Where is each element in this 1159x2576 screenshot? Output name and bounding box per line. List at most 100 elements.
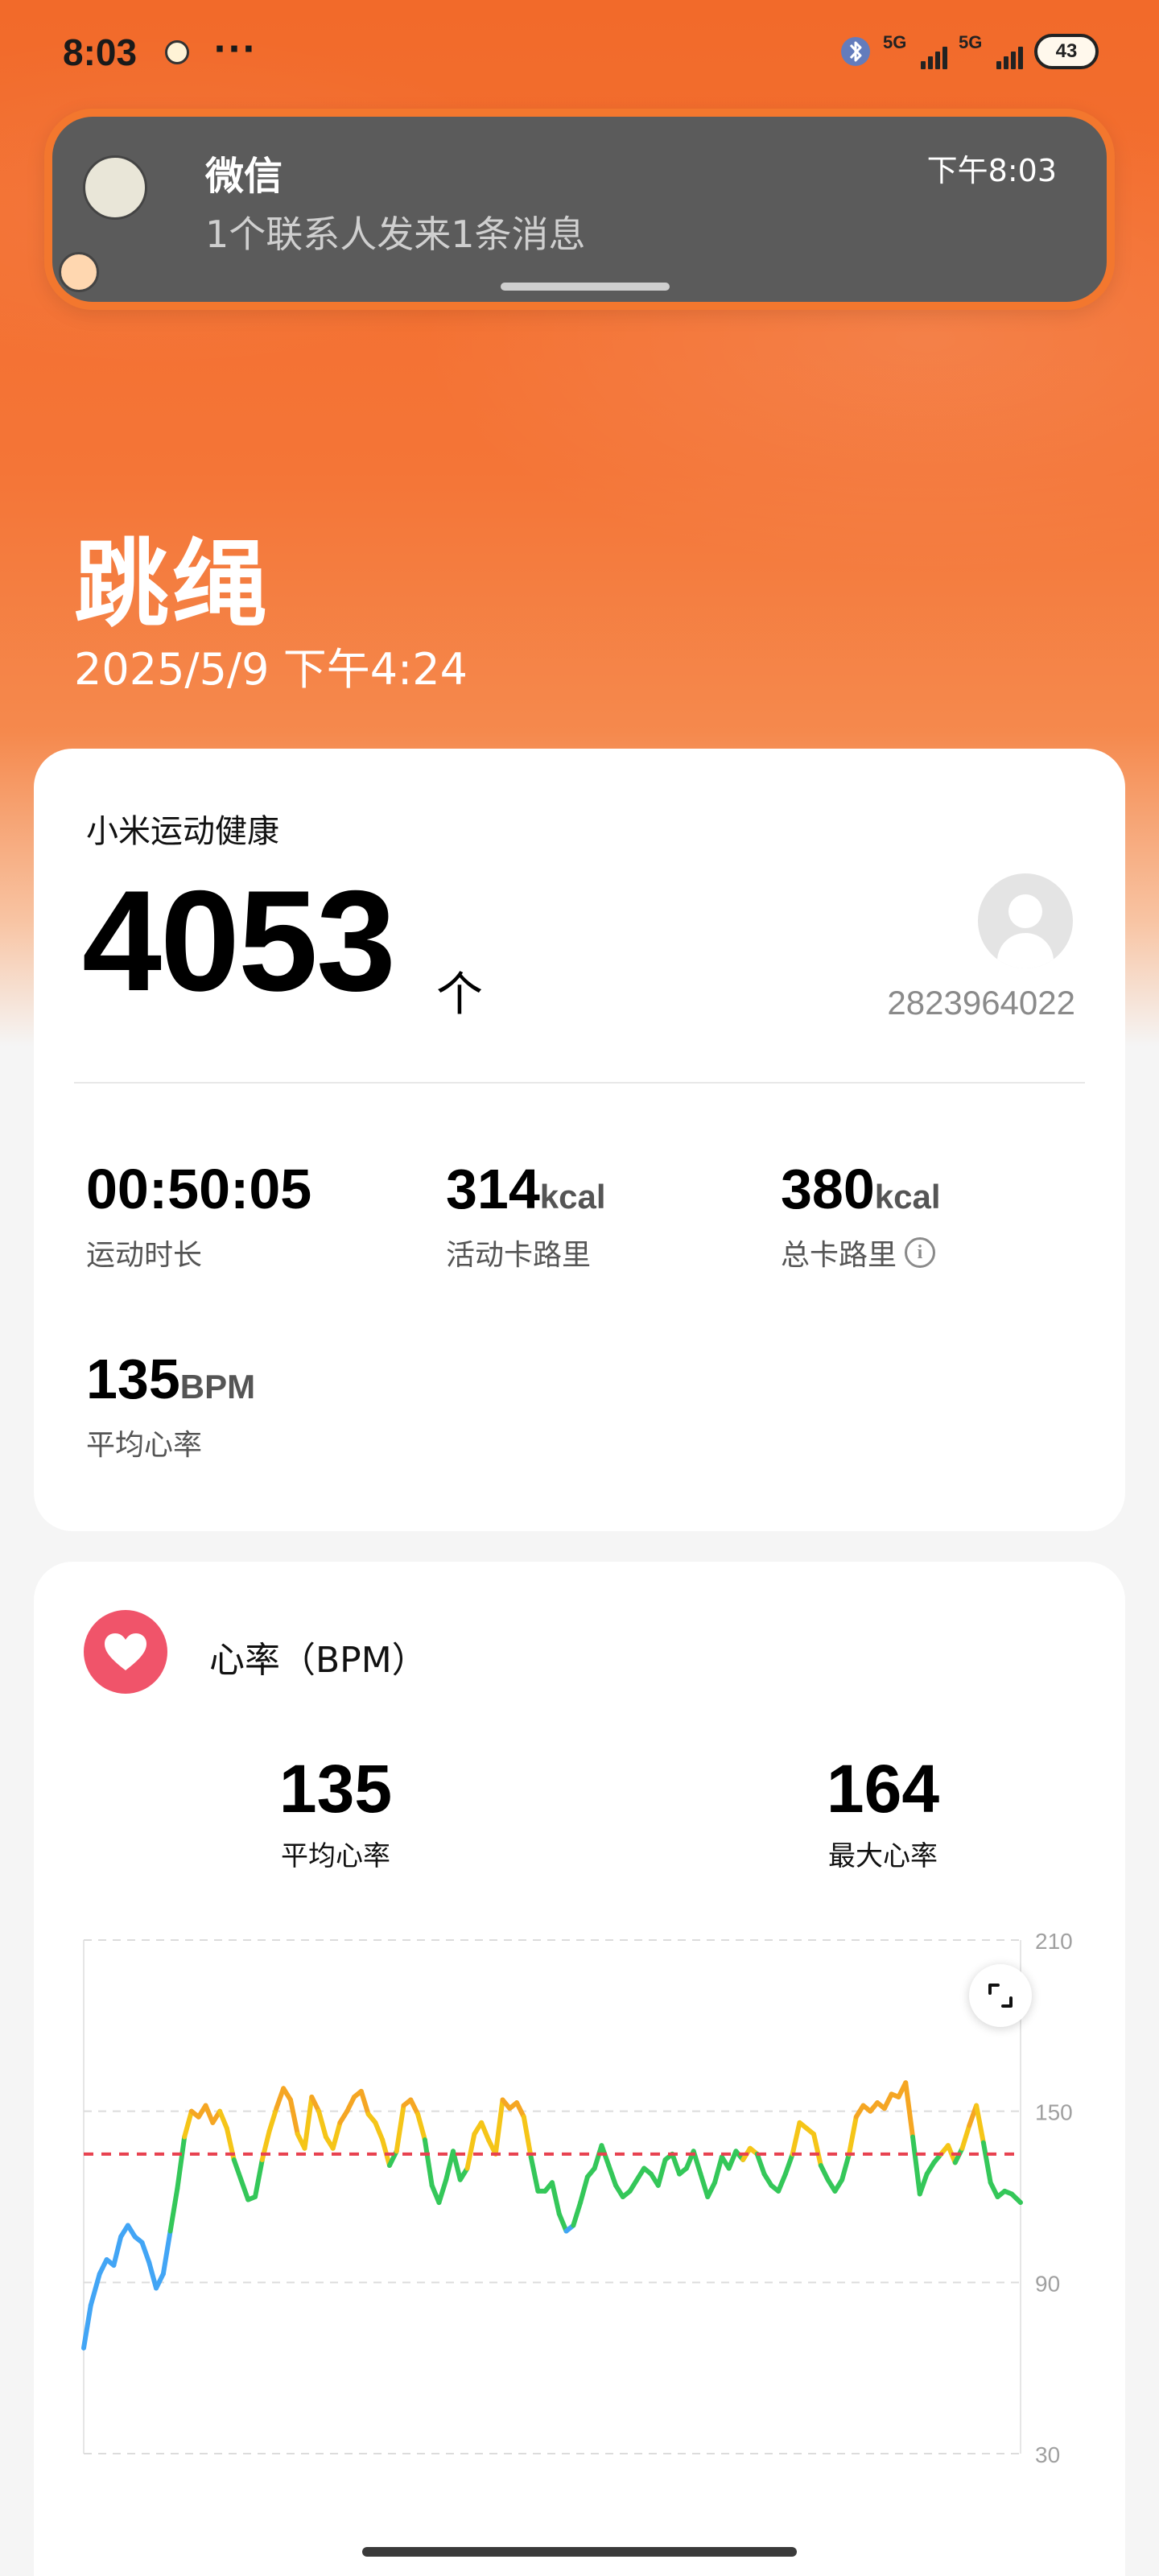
status-time: 8:03 xyxy=(63,31,138,73)
source-app-label: 小米运动健康 xyxy=(86,813,279,850)
jump-count-value: 4053 xyxy=(82,861,396,1021)
expand-chart-button[interactable] xyxy=(969,1964,1032,2027)
hr-line-segment xyxy=(253,2157,265,2199)
divider xyxy=(74,1082,1085,1084)
hr-line-segment xyxy=(521,2114,534,2160)
hr-line-segment xyxy=(917,2171,930,2197)
hr-max-value: 164 xyxy=(826,1751,940,1827)
hr-line-segment xyxy=(670,2151,683,2177)
notification-drag-handle[interactable] xyxy=(501,283,670,291)
hr-line-segment xyxy=(88,2271,102,2308)
bluetooth-icon xyxy=(841,37,870,66)
metric-total-calories: 380kcal 总卡路里 i xyxy=(781,1161,941,1274)
avatar-body-shape xyxy=(997,933,1054,968)
activity-title: 跳绳 xyxy=(74,529,271,640)
metric-active-calories: 314kcal 活动卡路里 xyxy=(446,1161,606,1274)
metric-active-calories-value: 314 xyxy=(446,1158,540,1220)
hr-line-segment xyxy=(238,2177,251,2202)
hr-line-segment xyxy=(493,2097,505,2157)
hr-line-segment xyxy=(556,2211,569,2234)
hr-line-segment xyxy=(910,2134,922,2197)
hr-max-stat: 164 最大心率 xyxy=(782,1755,984,1873)
jump-count-unit: 个 xyxy=(436,967,484,1022)
hr-line-segment xyxy=(846,2114,859,2157)
notification-time: 下午8:03 xyxy=(926,153,1057,188)
hr-line-segment xyxy=(811,2132,823,2169)
hr-line-segment xyxy=(146,2260,159,2291)
metric-avg-heart-rate-value: 135 xyxy=(86,1348,180,1410)
battery-level: 43 xyxy=(1055,40,1078,62)
metric-total-calories-label: 总卡路里 xyxy=(781,1239,897,1272)
chart-y-tick-label: 30 xyxy=(1035,2442,1060,2467)
heart-icon xyxy=(84,1610,167,1694)
metric-total-calories-value: 380 xyxy=(781,1158,875,1220)
hr-line-segment xyxy=(231,2157,244,2182)
hr-line-segment xyxy=(479,2120,491,2143)
hr-line-segment xyxy=(422,2137,435,2188)
hr-line-segment xyxy=(274,2086,287,2112)
hr-line-segment xyxy=(550,2180,562,2217)
heart-rate-title: 心率（BPM） xyxy=(209,1640,427,1681)
hr-line-segment xyxy=(287,2097,300,2137)
expand-icon xyxy=(988,1984,1013,2008)
hr-line-segment xyxy=(167,2186,180,2234)
hr-line-segment xyxy=(712,2154,724,2186)
chart-y-tick-label: 90 xyxy=(1035,2271,1060,2296)
hr-line-segment xyxy=(330,2120,343,2151)
metric-duration-label: 运动时长 xyxy=(86,1239,203,1272)
metric-active-calories-label: 活动卡路里 xyxy=(446,1239,592,1272)
notification-app-icon xyxy=(165,40,189,64)
hr-line-segment xyxy=(754,2151,767,2177)
metric-avg-heart-rate-label: 平均心率 xyxy=(86,1429,203,1462)
hr-avg-stat: 135 平均心率 xyxy=(235,1755,436,1873)
metric-total-calories-label-row: 总卡路里 i xyxy=(781,1232,941,1274)
metric-avg-heart-rate-unit: BPM xyxy=(179,1368,256,1406)
hr-line-segment xyxy=(980,2140,993,2186)
chart-y-tick-label: 150 xyxy=(1035,2100,1073,2125)
user-avatar[interactable] xyxy=(978,873,1073,968)
metric-total-calories-unit: kcal xyxy=(874,1178,941,1216)
hr-line-segment xyxy=(571,2200,584,2228)
wechat-avatar-icon xyxy=(83,155,147,220)
hr-line-segment xyxy=(903,2080,916,2140)
info-icon[interactable]: i xyxy=(905,1237,936,1268)
contact-avatar-icon xyxy=(59,252,99,292)
hr-line-segment xyxy=(578,2174,590,2206)
hr-line-segment xyxy=(139,2240,152,2265)
hr-line-segment xyxy=(790,2120,802,2157)
hr-line-segment xyxy=(959,2123,972,2151)
hr-line-segment xyxy=(111,2234,124,2268)
notification-message: 1个联系人发来1条消息 xyxy=(205,213,586,256)
home-indicator[interactable] xyxy=(362,2547,797,2557)
hr-line-segment xyxy=(394,2103,406,2154)
hr-line-segment xyxy=(698,2171,711,2199)
status-bar: 8:03 ··· 5G 5G 43 xyxy=(0,0,1159,105)
hr-line-segment xyxy=(182,2108,194,2140)
hr-line-segment xyxy=(776,2171,788,2194)
hr-line-segment xyxy=(160,2228,173,2277)
heart-rate-chart[interactable]: 210150903000:00:0000:16:4100:33:2200:50:… xyxy=(34,1916,1125,2479)
notification-banner[interactable]: 微信 1个联系人发来1条消息 下午8:03 xyxy=(44,109,1115,310)
metric-duration: 00:50:05 运动时长 xyxy=(86,1161,311,1274)
cellular-signal-icon-2: 5G xyxy=(959,31,1023,72)
hr-line-segment xyxy=(782,2151,795,2177)
more-notifications-icon: ··· xyxy=(213,29,257,68)
heart-glyph-icon xyxy=(105,1633,146,1670)
hr-line-segment xyxy=(266,2106,279,2134)
hr-avg-label: 平均心率 xyxy=(281,1840,390,1872)
user-id: 2823964022 xyxy=(887,984,1075,1022)
hr-line-segment xyxy=(606,2163,619,2188)
hr-line-segment xyxy=(655,2157,668,2188)
metric-active-calories-unit: kcal xyxy=(539,1178,606,1216)
hr-line-segment xyxy=(175,2134,188,2191)
hr-max-label: 最大心率 xyxy=(828,1840,938,1872)
activity-datetime: 2025/5/9 下午4:24 xyxy=(74,644,468,695)
hr-line-segment xyxy=(373,2120,386,2143)
hr-avg-value: 135 xyxy=(278,1751,393,1827)
heart-rate-card: 心率（BPM） 135 平均心率 164 最大心率 210150903000:0… xyxy=(34,1562,1125,2576)
notification-body[interactable]: 微信 1个联系人发来1条消息 下午8:03 xyxy=(52,117,1107,302)
hr-line-segment xyxy=(839,2151,852,2182)
hr-line-segment xyxy=(528,2154,541,2194)
hr-line-segment xyxy=(302,2094,315,2151)
hr-line-segment xyxy=(464,2132,477,2171)
